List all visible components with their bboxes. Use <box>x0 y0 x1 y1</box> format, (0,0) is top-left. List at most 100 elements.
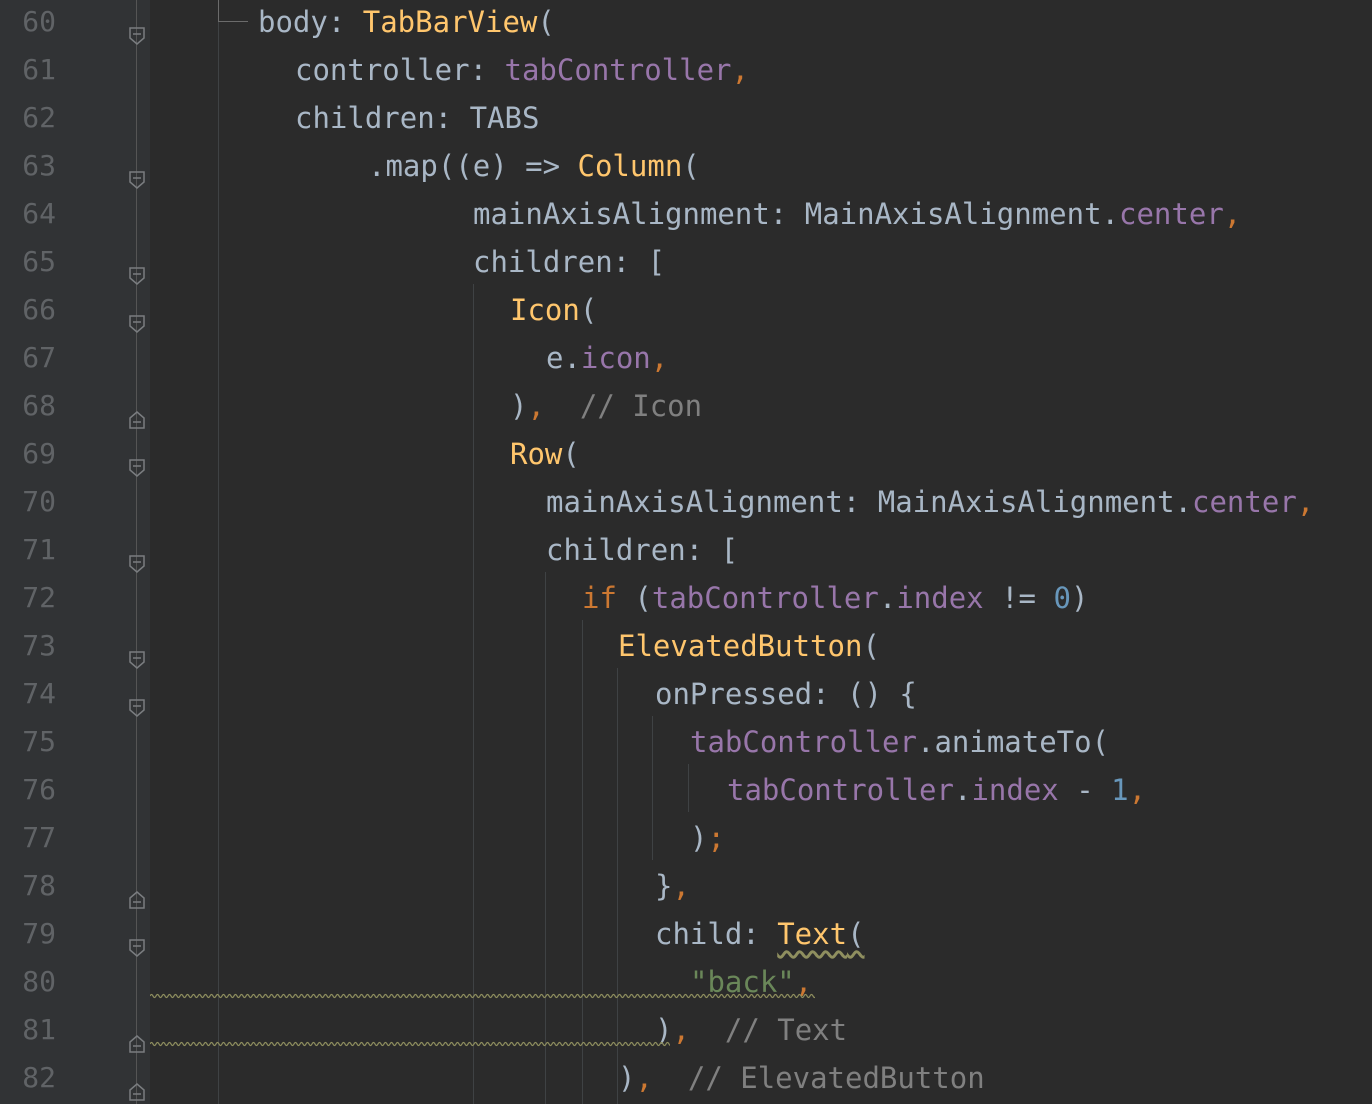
code-text[interactable]: mainAxisAlignment: MainAxisAlignment.cen… <box>473 190 1241 238</box>
line-number: 73 <box>22 629 56 662</box>
code-line[interactable]: 60 body: TabBarView( <box>0 0 1372 46</box>
code-line[interactable]: 68), // Icon <box>0 382 1372 430</box>
code-text[interactable]: Icon( <box>510 286 597 334</box>
code-line[interactable]: 62 children: TABS <box>0 94 1372 142</box>
code-token: mainAxisAlignment: MainAxisAlignment. <box>473 197 1120 231</box>
line-number: 72 <box>22 581 56 614</box>
code-token: index <box>971 773 1059 807</box>
code-text[interactable]: }, <box>655 862 690 910</box>
code-text[interactable]: e.icon, <box>546 334 668 382</box>
code-text[interactable]: ), // ElevatedButton <box>618 1054 985 1102</box>
fold-open-icon[interactable] <box>128 300 146 333</box>
code-token: mainAxisAlignment: MainAxisAlignment. <box>546 485 1193 519</box>
code-text[interactable]: ); <box>690 814 725 862</box>
code-token: ( <box>862 629 880 663</box>
line-number: 69 <box>22 437 56 470</box>
code-token: , <box>527 389 545 423</box>
code-token: e. <box>546 341 581 375</box>
line-number: 70 <box>22 485 56 518</box>
code-token: if <box>582 581 635 615</box>
fold-close-icon[interactable] <box>128 396 146 429</box>
fold-open-icon[interactable] <box>128 684 146 717</box>
code-text[interactable]: if (tabController.index != 0) <box>582 574 1088 622</box>
fold-open-icon[interactable] <box>128 540 146 573</box>
code-text[interactable]: children: TABS <box>295 94 539 142</box>
line-number: 71 <box>22 533 56 566</box>
indent-guide <box>218 0 219 1104</box>
code-line[interactable]: 79 child: Text( <box>0 910 1372 958</box>
code-token: 0 <box>1053 581 1071 615</box>
code-text[interactable]: ), // Icon <box>510 382 702 430</box>
code-editor[interactable]: 60 body: TabBarView(61 controller: tabCont… <box>0 0 1372 1104</box>
indent-guide <box>473 284 474 1104</box>
code-token: ) <box>618 1061 636 1095</box>
code-token: children: [ <box>546 533 739 567</box>
code-text[interactable]: onPressed: () { <box>655 670 917 718</box>
code-token: ( <box>682 149 700 183</box>
code-text[interactable]: mainAxisAlignment: MainAxisAlignment.cen… <box>546 478 1314 526</box>
code-text[interactable]: ), // Text <box>655 1006 847 1054</box>
code-token: ElevatedButton <box>618 629 863 663</box>
fold-close-icon[interactable] <box>128 1020 146 1053</box>
code-token: controller: <box>295 53 505 87</box>
code-text[interactable]: controller: tabController, <box>295 46 749 94</box>
code-text[interactable]: tabController.index - 1, <box>727 766 1146 814</box>
code-line[interactable]: 63 .map((e) => Column( <box>0 142 1372 190</box>
code-token: } <box>655 869 673 903</box>
code-token: - <box>1058 773 1112 807</box>
line-number: 81 <box>22 1013 56 1046</box>
code-token: tabController <box>504 53 732 87</box>
code-token: , <box>1223 197 1242 231</box>
fold-open-icon[interactable] <box>128 924 146 957</box>
code-line[interactable]: 61 controller: tabController, <box>0 46 1372 94</box>
indent-guide <box>688 764 689 812</box>
code-line[interactable]: 73 ElevatedButton( <box>0 622 1372 670</box>
fold-close-icon[interactable] <box>128 876 146 909</box>
code-text[interactable]: tabController.animateTo( <box>690 718 1109 766</box>
fold-close-icon[interactable] <box>128 1068 146 1101</box>
fold-open-icon[interactable] <box>128 252 146 285</box>
code-text[interactable]: .map((e) => Column( <box>368 142 700 190</box>
code-text[interactable]: body: TabBarView( <box>258 0 555 46</box>
code-line[interactable]: 82 ), // ElevatedButton <box>0 1054 1372 1102</box>
code-line[interactable]: 67 e.icon, <box>0 334 1372 382</box>
code-line[interactable]: 64 mainAxisAlignment: MainAxisAlignment.c… <box>0 190 1372 238</box>
code-token: // Icon <box>544 389 703 423</box>
code-text[interactable]: children: [ <box>473 238 665 286</box>
code-token: children: TABS <box>295 101 540 135</box>
code-token: Row <box>510 437 563 471</box>
code-line[interactable]: 77); <box>0 814 1372 862</box>
code-token: , <box>672 869 690 903</box>
code-line[interactable]: 66 Icon( <box>0 286 1372 334</box>
code-line[interactable]: 75 tabController.animateTo( <box>0 718 1372 766</box>
code-line[interactable]: 76 tabController.index - 1, <box>0 766 1372 814</box>
code-token: Icon <box>510 293 580 327</box>
code-text[interactable]: Row( <box>510 430 580 478</box>
code-line[interactable]: 70 mainAxisAlignment: MainAxisAlignment.c… <box>0 478 1372 526</box>
code-token: // ElevatedButton <box>652 1061 985 1095</box>
code-token: TabBarView <box>362 5 538 39</box>
code-token: center <box>1119 197 1224 231</box>
indent-guide <box>652 716 653 860</box>
code-token: ) <box>510 389 528 423</box>
code-line[interactable]: 74 onPressed: () { <box>0 670 1372 718</box>
code-line[interactable]: 65 children: [ <box>0 238 1372 286</box>
code-token: ; <box>707 821 725 855</box>
fold-open-icon[interactable] <box>128 12 146 45</box>
code-token: Text <box>777 917 848 951</box>
fold-open-icon[interactable] <box>128 444 146 477</box>
fold-open-icon[interactable] <box>128 636 146 669</box>
code-text[interactable]: children: [ <box>546 526 738 574</box>
line-number: 68 <box>22 389 56 422</box>
code-line[interactable]: 72 if (tabController.index != 0) <box>0 574 1372 622</box>
code-text[interactable]: ElevatedButton( <box>618 622 880 670</box>
code-token: != <box>983 581 1054 615</box>
code-line[interactable]: 71 children: [ <box>0 526 1372 574</box>
fold-open-icon[interactable] <box>128 156 146 189</box>
code-line[interactable]: 69 Row( <box>0 430 1372 478</box>
indent-guide <box>545 572 546 1104</box>
line-number: 80 <box>22 965 56 998</box>
code-line[interactable]: 78}, <box>0 862 1372 910</box>
code-text[interactable]: child: Text( <box>655 910 865 958</box>
line-number: 82 <box>22 1061 56 1094</box>
